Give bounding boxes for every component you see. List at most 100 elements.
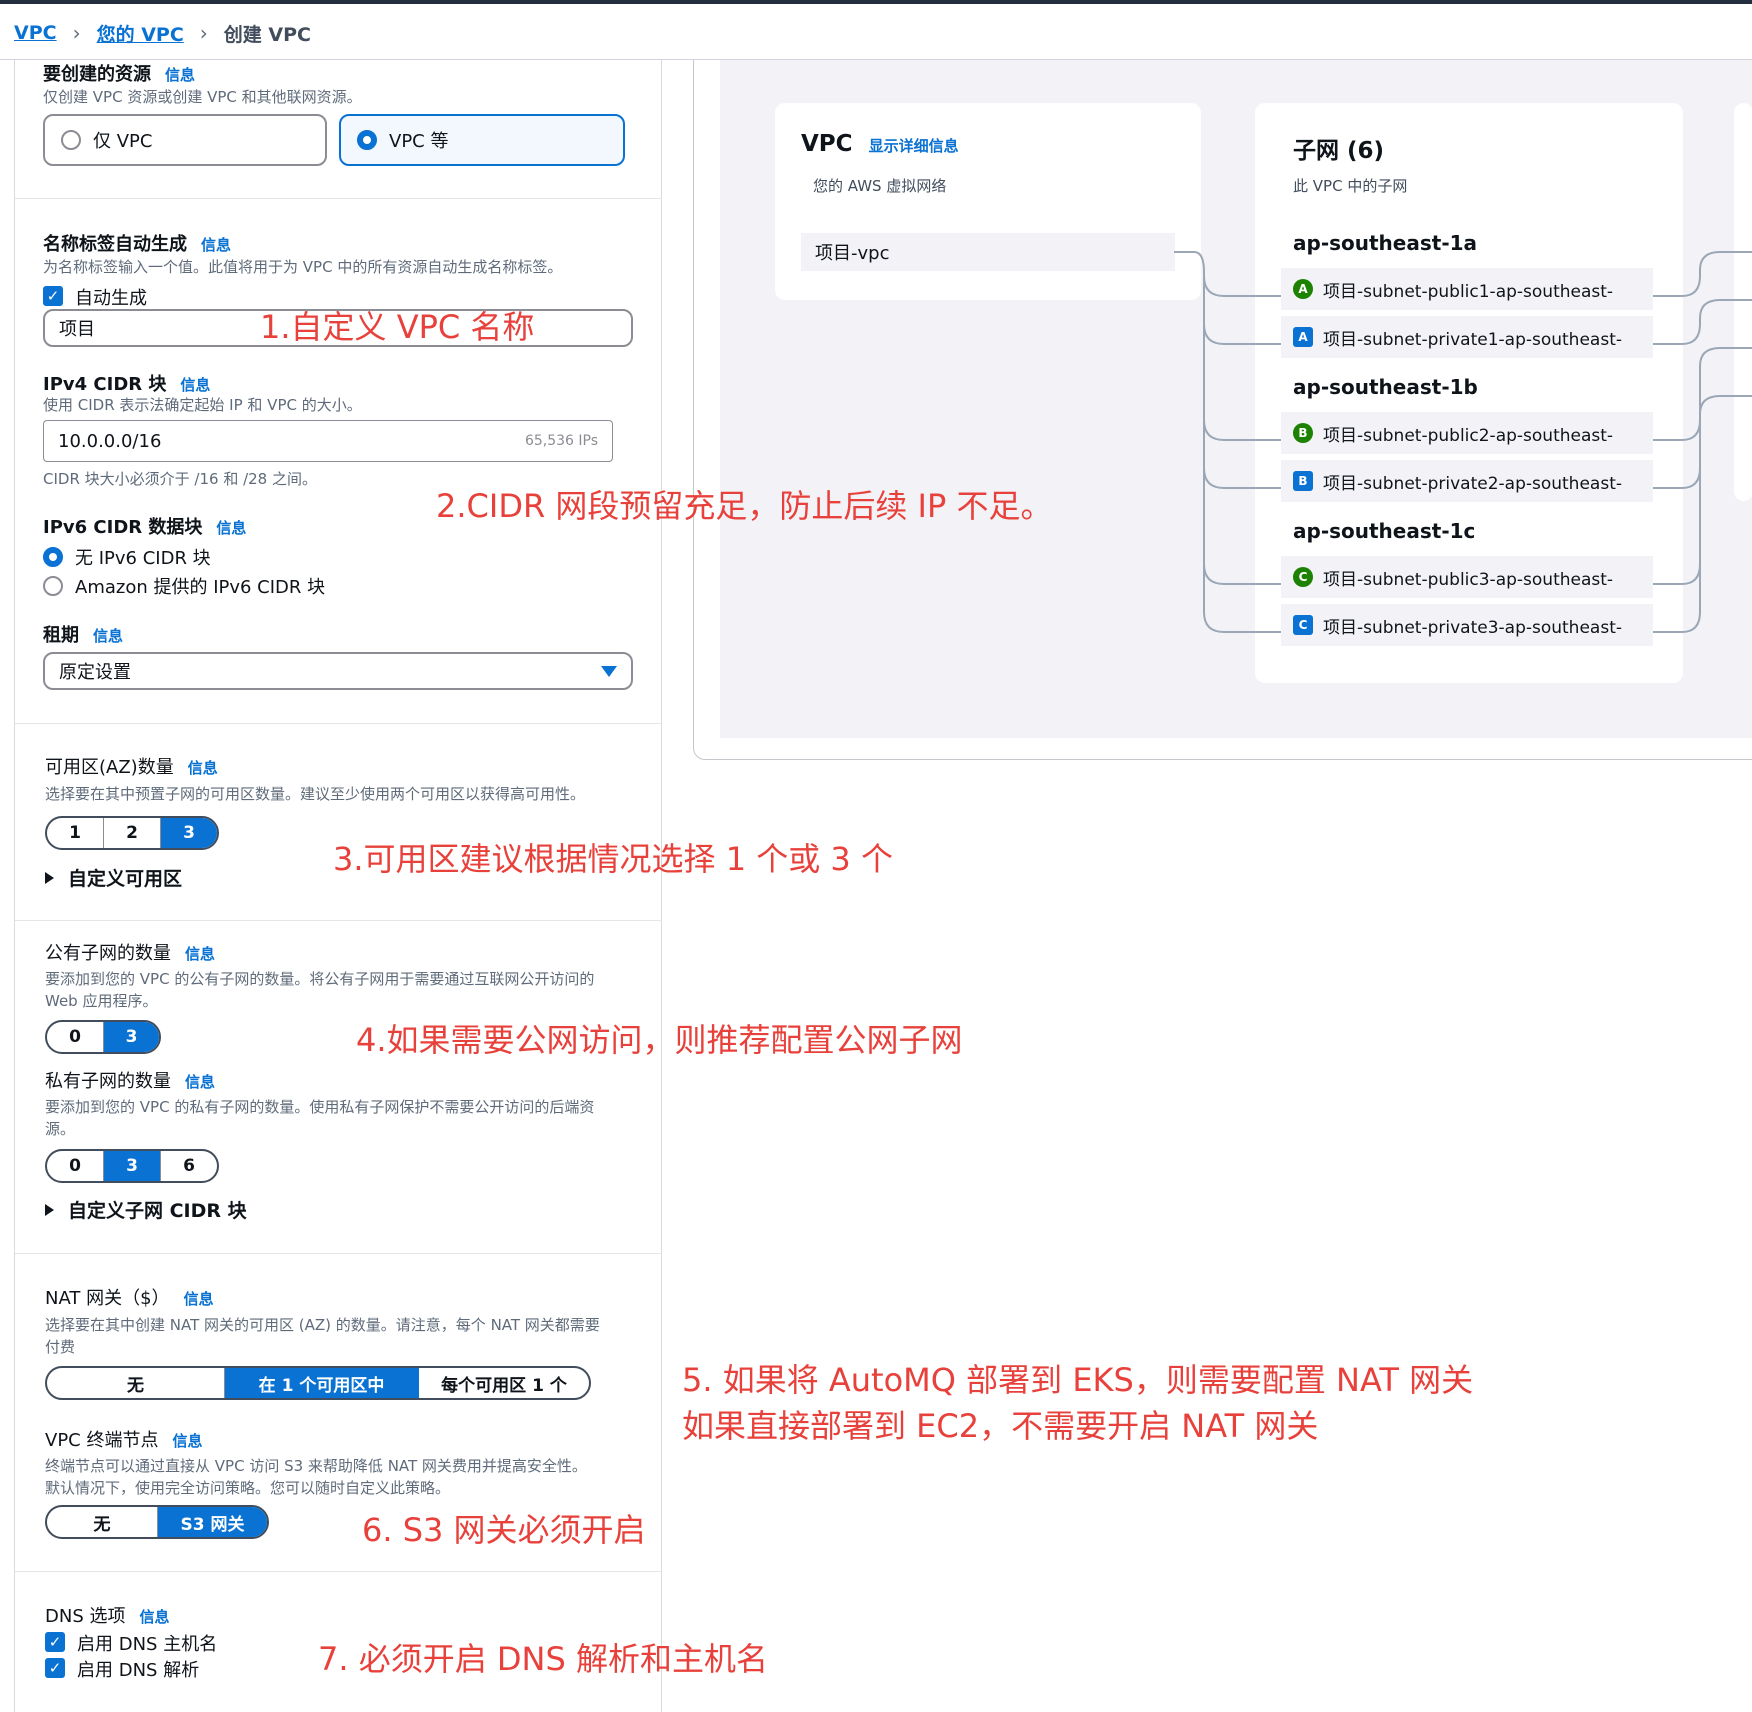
radio-icon bbox=[43, 576, 63, 596]
connector-line bbox=[1203, 272, 1281, 585]
ipv4-constraint: CIDR 块大小必须介于 /16 和 /28 之间。 bbox=[43, 470, 317, 488]
connector-line bbox=[1174, 251, 1281, 297]
nat-option-none[interactable]: 无 bbox=[47, 1368, 225, 1398]
breadcrumb-current: 创建 VPC bbox=[223, 23, 311, 46]
name-tag-label-text: 名称标签自动生成 bbox=[43, 234, 187, 255]
resources-info-link[interactable]: 信息 bbox=[165, 66, 195, 84]
public-subnets-info-link[interactable]: 信息 bbox=[185, 945, 215, 963]
ipv4-label-text: IPv4 CIDR 块 bbox=[43, 374, 167, 395]
connector-line bbox=[1653, 251, 1752, 297]
private-subnets-option-3[interactable]: 3 bbox=[104, 1151, 161, 1181]
chevron-right-icon: › bbox=[199, 21, 208, 45]
annotation-4: 4.如果需要公网访问，则推荐配置公网子网 bbox=[356, 1021, 963, 1059]
auto-generate-label: 自动生成 bbox=[75, 288, 147, 309]
public-subnets-option-0[interactable]: 0 bbox=[47, 1022, 104, 1052]
tenancy-select[interactable]: 原定设置 bbox=[43, 652, 633, 690]
endpoints-option-s3[interactable]: S3 网关 bbox=[158, 1507, 267, 1537]
ipv4-cidr-value: 10.0.0.0/16 bbox=[58, 430, 162, 452]
endpoints-info-link[interactable]: 信息 bbox=[172, 1432, 202, 1450]
connector-line bbox=[1203, 272, 1281, 345]
nat-option-per-az[interactable]: 每个可用区 1 个 bbox=[419, 1368, 589, 1398]
tenancy-value: 原定设置 bbox=[59, 662, 131, 683]
auto-generate-checkbox[interactable]: ✓ bbox=[43, 286, 63, 306]
annotation-2: 2.CIDR 网段预留充足，防止后续 IP 不足。 bbox=[436, 487, 1053, 525]
resource-vpc-only-label: 仅 VPC bbox=[93, 131, 153, 152]
top-border bbox=[0, 0, 1752, 4]
ipv6-amazon-radio[interactable]: Amazon 提供的 IPv6 CIDR 块 bbox=[43, 573, 325, 599]
dns-label: DNS 选项 信息 bbox=[45, 1602, 170, 1628]
customize-subnet-cidr-expander[interactable]: 自定义子网 CIDR 块 bbox=[45, 1196, 247, 1223]
resources-label: 要创建的资源 信息 bbox=[43, 60, 195, 86]
az-option-1[interactable]: 1 bbox=[47, 818, 104, 848]
breadcrumb: VPC › 您的 VPC › 创建 VPC bbox=[14, 18, 311, 48]
nat-desc-2: 付费 bbox=[45, 1338, 76, 1356]
az-label: 可用区(AZ)数量 信息 bbox=[45, 753, 218, 779]
ipv6-none-radio[interactable]: 无 IPv6 CIDR 块 bbox=[43, 544, 211, 570]
ipv4-label: IPv4 CIDR 块信息 bbox=[43, 370, 210, 396]
connector-line bbox=[1653, 395, 1752, 489]
name-tag-info-link[interactable]: 信息 bbox=[201, 236, 231, 254]
customize-az-label: 自定义可用区 bbox=[68, 868, 183, 890]
section-divider bbox=[15, 723, 662, 724]
section-divider bbox=[15, 1253, 662, 1254]
name-tag-label: 名称标签自动生成 信息 bbox=[43, 230, 231, 256]
resources-desc: 仅创建 VPC 资源或创建 VPC 和其他联网资源。 bbox=[43, 88, 362, 106]
az-count-segmented: 1 2 3 bbox=[45, 816, 219, 850]
ipv6-amazon-label: Amazon 提供的 IPv6 CIDR 块 bbox=[75, 577, 326, 598]
public-subnets-option-3[interactable]: 3 bbox=[104, 1022, 159, 1052]
ipv6-none-label: 无 IPv6 CIDR 块 bbox=[75, 548, 211, 569]
connector-line bbox=[1653, 299, 1752, 345]
annotation-7: 7. 必须开启 DNS 解析和主机名 bbox=[318, 1640, 768, 1678]
breadcrumb-vpc-link[interactable]: VPC bbox=[14, 22, 57, 44]
caret-down-icon bbox=[601, 665, 617, 677]
radio-selected-icon bbox=[43, 547, 63, 567]
nat-desc-1: 选择要在其中创建 NAT 网关的可用区 (AZ) 的数量。请注意，每个 NAT … bbox=[45, 1316, 600, 1334]
endpoints-option-none[interactable]: 无 bbox=[47, 1507, 158, 1537]
private-subnets-segmented: 0 3 6 bbox=[45, 1149, 219, 1183]
private-subnets-option-0[interactable]: 0 bbox=[47, 1151, 104, 1181]
endpoints-desc-2: 默认情况下，使用完全访问策略。您可以随时自定义此策略。 bbox=[45, 1479, 451, 1497]
tenancy-info-link[interactable]: 信息 bbox=[93, 627, 123, 645]
breadcrumb-your-vpcs-link[interactable]: 您的 VPC bbox=[97, 20, 184, 47]
caret-right-icon bbox=[45, 871, 54, 884]
dns-resolution-checkbox[interactable]: ✓ bbox=[45, 1658, 65, 1678]
az-label-text: 可用区(AZ)数量 bbox=[45, 757, 174, 778]
endpoints-segmented: 无 S3 网关 bbox=[45, 1505, 269, 1539]
private-subnets-option-6[interactable]: 6 bbox=[161, 1151, 217, 1181]
radio-icon bbox=[61, 130, 81, 150]
public-subnets-segmented: 0 3 bbox=[45, 1020, 161, 1054]
public-subnets-desc-1: 要添加到您的 VPC 的公有子网的数量。将公有子网用于需要通过互联网公开访问的 bbox=[45, 970, 595, 988]
ipv4-info-link[interactable]: 信息 bbox=[180, 376, 210, 394]
resource-vpc-more-label: VPC 等 bbox=[389, 131, 449, 152]
dns-info-link[interactable]: 信息 bbox=[139, 1608, 169, 1626]
radio-selected-icon bbox=[357, 130, 377, 150]
caret-right-icon bbox=[45, 1203, 54, 1216]
section-divider bbox=[15, 920, 662, 921]
connector-line bbox=[1653, 460, 1701, 585]
ipv4-ip-count-hint: 65,536 IPs bbox=[524, 433, 598, 449]
preview-connectors bbox=[1174, 251, 1752, 633]
customize-az-expander[interactable]: 自定义可用区 bbox=[45, 864, 182, 891]
tenancy-label: 租期 信息 bbox=[43, 621, 123, 647]
nat-label-text: NAT 网关（$） bbox=[45, 1288, 170, 1309]
ipv6-label-text: IPv6 CIDR 数据块 bbox=[43, 517, 203, 538]
ipv4-cidr-input[interactable]: 10.0.0.0/16 65,536 IPs bbox=[43, 420, 613, 462]
connector-line bbox=[1203, 272, 1281, 489]
annotation-3: 3.可用区建议根据情况选择 1 个或 3 个 bbox=[333, 840, 893, 878]
annotation-1: 1.自定义 VPC 名称 bbox=[260, 308, 535, 346]
private-subnets-desc-1: 要添加到您的 VPC 的私有子网的数量。使用私有子网保护不需要公开访问的后端资 bbox=[45, 1098, 595, 1116]
private-subnets-desc-2: 源。 bbox=[45, 1120, 76, 1138]
dns-hostnames-checkbox[interactable]: ✓ bbox=[45, 1632, 65, 1652]
nat-info-link[interactable]: 信息 bbox=[184, 1290, 214, 1308]
az-option-2[interactable]: 2 bbox=[104, 818, 161, 848]
annotation-6: 6. S3 网关必须开启 bbox=[362, 1511, 646, 1549]
nat-option-one-az[interactable]: 在 1 个可用区中 bbox=[225, 1368, 419, 1398]
ipv4-desc: 使用 CIDR 表示法确定起始 IP 和 VPC 的大小。 bbox=[43, 396, 362, 414]
ipv6-info-link[interactable]: 信息 bbox=[216, 519, 246, 537]
az-option-3[interactable]: 3 bbox=[161, 818, 217, 848]
resource-vpc-only-tile[interactable]: 仅 VPC bbox=[43, 114, 327, 166]
private-subnets-info-link[interactable]: 信息 bbox=[185, 1073, 215, 1091]
az-info-link[interactable]: 信息 bbox=[188, 759, 218, 777]
resource-vpc-more-tile[interactable]: VPC 等 bbox=[339, 114, 625, 166]
customize-subnet-cidr-label: 自定义子网 CIDR 块 bbox=[68, 1200, 247, 1222]
